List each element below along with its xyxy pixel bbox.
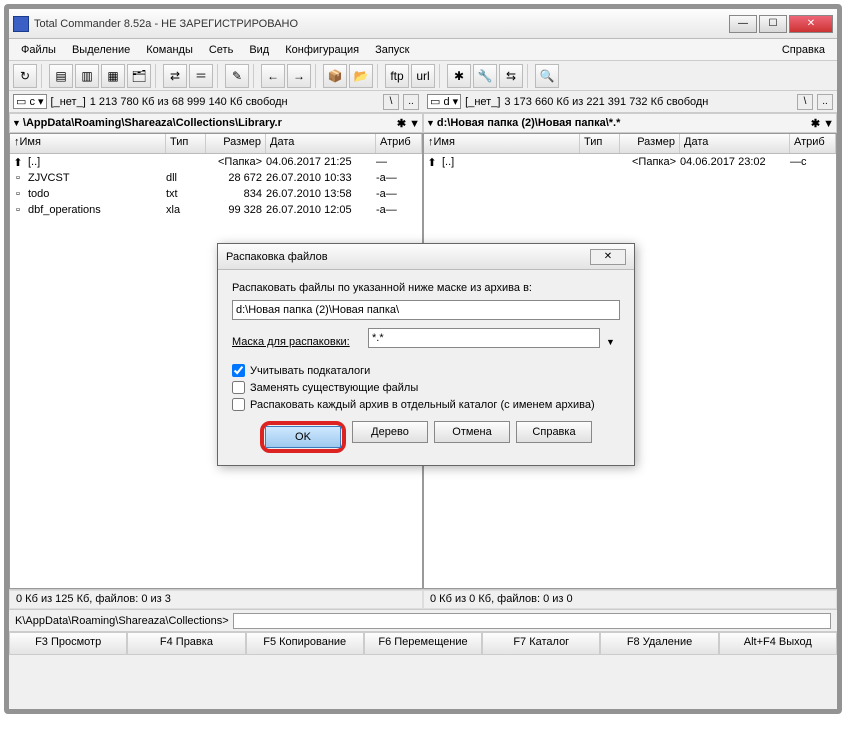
url-icon[interactable]: url (411, 64, 435, 88)
toolbar: ↻ ▤ ▥ ▦ 🗂 ⇄ ＝ ✎ ← → 📦 📂 ftp url ✱ 🔧 ⇆ 🔍 (9, 61, 837, 91)
menu-config[interactable]: Конфигурация (277, 42, 367, 58)
file-row[interactable]: ▫ZJVCSTdll28 67226.07.2010 10:33-a— (10, 170, 422, 186)
sync-icon[interactable]: ⇆ (499, 64, 523, 88)
f8-button[interactable]: F8 Удаление (600, 632, 718, 655)
back-icon[interactable]: ← (261, 64, 285, 88)
right-drive-pane: ▭ d ▾ [_нет_] 3 173 660 Кб из 221 391 73… (423, 91, 837, 112)
right-root-button[interactable]: \ (797, 94, 813, 110)
menu-commands[interactable]: Команды (138, 42, 201, 58)
chk-overwrite[interactable]: Заменять существующие файлы (232, 381, 620, 394)
chk-separate[interactable]: Распаковать каждый архив в отдельный кат… (232, 398, 620, 411)
mode2-icon[interactable]: ▥ (75, 64, 99, 88)
titlebar: Total Commander 8.52a - НЕ ЗАРЕГИСТРИРОВ… (9, 9, 837, 39)
unpack-dialog: Распаковка файлов ✕ Распаковать файлы по… (217, 243, 635, 466)
tool-icon[interactable]: 🔧 (473, 64, 497, 88)
fkey-bar: F3 Просмотр F4 Правка F5 Копирование F6 … (9, 631, 837, 655)
menu-net[interactable]: Сеть (201, 42, 241, 58)
left-columns[interactable]: ↑ИмяТипРазмерДатаАтриб (10, 134, 422, 154)
right-up-button[interactable]: .. (817, 94, 833, 110)
file-row[interactable]: ▫dbf_operationsxla99 32826.07.2010 12:05… (10, 202, 422, 218)
f7-button[interactable]: F7 Каталог (482, 632, 600, 655)
search-icon[interactable]: 🔍 (535, 64, 559, 88)
left-status: 0 Кб из 125 Кб, файлов: 0 из 3 (9, 590, 423, 609)
close-button[interactable]: ✕ (789, 15, 833, 33)
ok-button[interactable]: OK (265, 426, 341, 448)
fwd-icon[interactable]: → (287, 64, 311, 88)
right-drive-label: [_нет_] (465, 96, 500, 108)
window-title: Total Commander 8.52a - НЕ ЗАРЕГИСТРИРОВ… (34, 18, 729, 30)
left-drive-select[interactable]: ▭ c ▾ (13, 94, 47, 109)
minimize-button[interactable]: — (729, 15, 757, 33)
ftp-icon[interactable]: ftp (385, 64, 409, 88)
file-row[interactable]: ▫todotxt83426.07.2010 13:58-a— (10, 186, 422, 202)
refresh-icon[interactable]: ↻ (13, 64, 37, 88)
unpack-icon[interactable]: 📂 (349, 64, 373, 88)
left-drive-label: [_нет_] (51, 96, 86, 108)
dialog-title: Распаковка файлов (226, 251, 590, 263)
right-columns[interactable]: ↑ИмяТипРазмерДатаАтриб (424, 134, 836, 154)
left-path[interactable]: ▼\AppData\Roaming\Shareaza\Collections\L… (9, 113, 423, 133)
mask-dropdown-icon[interactable]: ▼ (606, 337, 620, 347)
menubar: Файлы Выделение Команды Сеть Вид Конфигу… (9, 39, 837, 61)
f6-button[interactable]: F6 Перемещение (364, 632, 482, 655)
equal-icon[interactable]: ＝ (189, 64, 213, 88)
altf4-button[interactable]: Alt+F4 Выход (719, 632, 837, 655)
star-icon[interactable]: ✱ (447, 64, 471, 88)
f5-button[interactable]: F5 Копирование (246, 632, 364, 655)
left-drive-info: 1 213 780 Кб из 68 999 140 Кб свободн (90, 96, 379, 108)
file-row[interactable]: ⬆[..]<Папка>04.06.2017 21:25— (10, 154, 422, 170)
f3-button[interactable]: F3 Просмотр (9, 632, 127, 655)
right-drive-select[interactable]: ▭ d ▾ (427, 94, 461, 109)
swap-icon[interactable]: ⇄ (163, 64, 187, 88)
commandline: K\AppData\Roaming\Shareaza\Collections> (9, 609, 837, 631)
menu-start[interactable]: Запуск (367, 42, 417, 58)
dialog-prompt: Распаковать файлы по указанной ниже маск… (232, 282, 620, 294)
cmd-prompt: K\AppData\Roaming\Shareaza\Collections> (15, 615, 229, 627)
mask-label: Маска для распаковки: (232, 336, 362, 348)
file-row[interactable]: ⬆[..]<Папка>04.06.2017 23:02—c (424, 154, 836, 170)
edit-icon[interactable]: ✎ (225, 64, 249, 88)
dialog-close-button[interactable]: ✕ (590, 249, 626, 265)
tree-button[interactable]: Дерево (352, 421, 428, 443)
f4-button[interactable]: F4 Правка (127, 632, 245, 655)
maximize-button[interactable]: ☐ (759, 15, 787, 33)
tree-icon[interactable]: 🗂 (127, 64, 151, 88)
mode1-icon[interactable]: ▤ (49, 64, 73, 88)
left-up-button[interactable]: .. (403, 94, 419, 110)
pack-icon[interactable]: 📦 (323, 64, 347, 88)
menu-help[interactable]: Справка (774, 42, 833, 58)
mode3-icon[interactable]: ▦ (101, 64, 125, 88)
mask-input[interactable] (368, 328, 600, 348)
menu-files[interactable]: Файлы (13, 42, 64, 58)
help-button[interactable]: Справка (516, 421, 592, 443)
menu-view[interactable]: Вид (241, 42, 277, 58)
menu-select[interactable]: Выделение (64, 42, 138, 58)
left-root-button[interactable]: \ (383, 94, 399, 110)
right-path[interactable]: ▼d:\Новая папка (2)\Новая папка\*.*✱ ▼ (423, 113, 837, 133)
right-status: 0 Кб из 0 Кб, файлов: 0 из 0 (423, 590, 837, 609)
target-path-input[interactable] (232, 300, 620, 320)
right-drive-info: 3 173 660 Кб из 221 391 732 Кб свободн (504, 96, 793, 108)
cancel-button[interactable]: Отмена (434, 421, 510, 443)
cmd-input[interactable] (233, 613, 831, 629)
left-drive-pane: ▭ c ▾ [_нет_] 1 213 780 Кб из 68 999 140… (9, 91, 423, 112)
app-icon (13, 16, 29, 32)
chk-subdirs[interactable]: Учитывать подкаталоги (232, 364, 620, 377)
